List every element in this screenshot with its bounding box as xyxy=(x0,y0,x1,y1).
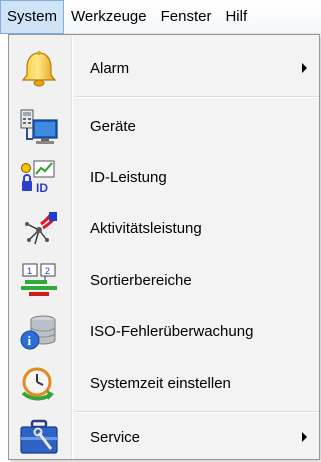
menu-item-iso-fehlerueberwachung[interactable]: i ISO-Fehlerüberwachung xyxy=(9,307,319,355)
menubar-hilfe[interactable]: Hilf xyxy=(218,0,254,34)
menu-item-label: ISO-Fehlerüberwachung xyxy=(90,322,254,340)
activity-icon xyxy=(17,210,61,248)
menu-item-label: Geräte xyxy=(90,117,136,135)
database-info-icon: i xyxy=(17,313,61,351)
svg-text:i: i xyxy=(28,333,32,348)
menu-item-label: Aktivitätsleistung xyxy=(90,219,202,237)
menu-item-sortierbereiche[interactable]: 1 2 Sortierbereiche xyxy=(9,256,319,304)
id-performance-icon: ID xyxy=(17,159,61,197)
menubar-system[interactable]: System xyxy=(0,0,65,34)
submenu-arrow-icon xyxy=(302,432,307,442)
submenu-arrow-icon xyxy=(302,63,307,73)
svg-text:1: 1 xyxy=(27,266,32,276)
menu-item-label: Service xyxy=(90,428,141,446)
menu-bar: System Werkzeuge Fenster Hilf xyxy=(0,0,321,34)
menu-item-id-leistung[interactable]: ID ID-Leistung xyxy=(9,153,319,201)
menu-item-alarm[interactable]: Alarm xyxy=(9,44,319,92)
menu-item-label: Alarm xyxy=(90,59,130,77)
menu-item-label: Sortierbereiche xyxy=(90,271,192,289)
menu-item-aktivitaetsleistung[interactable]: Aktivitätsleistung xyxy=(9,204,319,252)
menu-item-systemzeit-einstellen[interactable]: Systemzeit einstellen xyxy=(9,359,319,407)
system-dropdown-menu: Alarm Geräte ID ID-Leistung Aktivitätsle… xyxy=(8,34,320,460)
svg-text:2: 2 xyxy=(45,266,50,276)
bell-icon xyxy=(17,50,61,88)
menu-item-label: Systemzeit einstellen xyxy=(90,374,231,392)
svg-text:ID: ID xyxy=(36,181,48,195)
menu-item-service[interactable]: Service xyxy=(9,413,319,461)
menu-item-geraete[interactable]: Geräte xyxy=(9,102,319,150)
menubar-werkzeuge[interactable]: Werkzeuge xyxy=(64,0,154,34)
menu-item-label: ID-Leistung xyxy=(90,168,167,186)
toolbox-icon xyxy=(17,419,61,457)
sort-areas-icon: 1 2 xyxy=(17,262,61,300)
clock-sync-icon xyxy=(17,365,61,403)
devices-icon xyxy=(17,108,61,146)
menubar-fenster[interactable]: Fenster xyxy=(154,0,219,34)
menu-separator xyxy=(75,96,319,98)
